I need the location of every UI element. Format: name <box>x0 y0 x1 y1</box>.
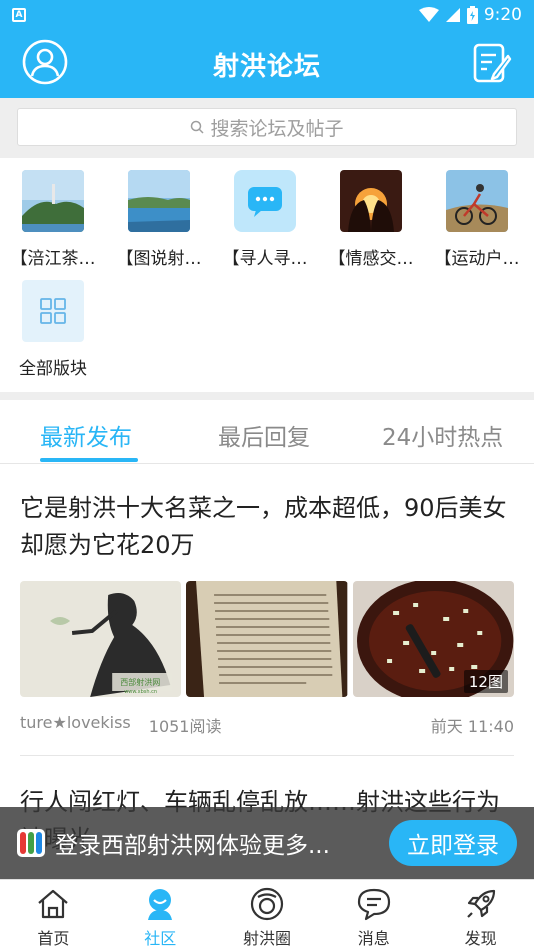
image-count-badge: 12图 <box>463 670 508 693</box>
post-title[interactable]: 它是射洪十大名菜之一，成本超低，90后美女却愿为它花20万 <box>20 490 514 564</box>
forum-item-search-people[interactable]: 【寻人寻… <box>212 170 318 269</box>
image-watermark-url: www.xbsh.cn <box>124 689 157 695</box>
post-author[interactable]: ture★lovekiss <box>20 713 131 737</box>
status-bar: A 9:20 <box>0 0 534 30</box>
login-button[interactable]: 立即登录 <box>389 820 517 866</box>
search-input[interactable]: 搜索论坛及帖子 <box>17 108 517 146</box>
post-time: 前天 11:40 <box>430 717 514 736</box>
tab-24h-hot[interactable]: 24小时热点 <box>382 418 503 452</box>
tab-indicator <box>40 458 138 462</box>
nav-home[interactable]: 首页 <box>0 880 107 950</box>
login-banner-message: 登录西部射洪网体验更多... <box>55 833 330 859</box>
forum-grid: 【涪江茶… 【图说射… 【寻人寻… 【情感交… 【运动户… 全部版块 <box>0 158 534 394</box>
section-divider <box>0 392 534 400</box>
rocket-icon <box>466 889 495 918</box>
forum-thumb-landscape <box>22 170 84 232</box>
search-icon <box>191 120 205 134</box>
post-meta: ture★lovekiss 1051阅读 前天 11:40 <box>20 713 514 737</box>
forum-label: 全部版块 <box>19 359 87 379</box>
forum-item-photos[interactable]: 【图说射… <box>106 170 212 269</box>
nav-label: 射洪圈 <box>242 929 291 948</box>
forum-item-fujiang[interactable]: 【涪江茶… <box>0 170 106 269</box>
bottom-nav: 首页 社区 射洪圈 消息 发现 <box>0 879 534 950</box>
nav-community[interactable]: 社区 <box>107 880 214 950</box>
signal-icon <box>445 8 460 22</box>
battery-icon <box>466 6 478 24</box>
search-placeholder: 搜索论坛及帖子 <box>210 117 344 140</box>
clock: 9:20 <box>483 5 522 25</box>
forum-thumb-bike <box>446 170 508 232</box>
nav-label: 首页 <box>37 929 70 948</box>
post-divider <box>20 755 514 756</box>
nav-label: 发现 <box>464 929 497 948</box>
grid-icon <box>22 280 84 342</box>
community-icon <box>148 889 173 920</box>
nav-label: 社区 <box>144 929 177 948</box>
app-badge-icon: A <box>12 8 26 22</box>
circle-icon <box>250 887 284 921</box>
search-bar-container: 搜索论坛及帖子 <box>0 98 534 158</box>
post-image[interactable]: 西部射洪网 www.xbsh.cn <box>20 581 182 697</box>
nav-circle[interactable]: 射洪圈 <box>214 880 321 950</box>
page-title: 射洪论坛 <box>212 51 321 82</box>
forum-label: 【情感交… <box>328 249 414 269</box>
tab-latest[interactable]: 最新发布 <box>40 418 132 452</box>
post-image[interactable] <box>186 581 348 697</box>
edit-note-icon[interactable] <box>472 42 512 84</box>
forum-label: 【寻人寻… <box>222 249 308 269</box>
chat-bubble-icon <box>234 170 296 232</box>
post-views: 1051阅读 <box>148 717 222 736</box>
wifi-icon <box>418 7 439 22</box>
feed-tabs: 最新发布 最后回复 24小时热点 <box>0 400 534 464</box>
login-banner: 登录西部射洪网体验更多... 立即登录 <box>0 807 534 879</box>
user-circle-icon[interactable] <box>22 39 68 85</box>
forum-thumb-lake <box>128 170 190 232</box>
forum-label: 【运动户… <box>434 249 520 269</box>
forum-item-emotion[interactable]: 【情感交… <box>318 170 424 269</box>
forum-thumb-couple <box>340 170 402 232</box>
tab-last-reply[interactable]: 最后回复 <box>218 418 310 452</box>
forum-item-outdoor[interactable]: 【运动户… <box>424 170 530 269</box>
post-image[interactable]: 12图 <box>352 581 514 697</box>
nav-discover[interactable]: 发现 <box>427 880 534 950</box>
forum-item-all[interactable]: 全部版块 <box>0 280 106 379</box>
site-logo-icon <box>17 829 45 857</box>
nav-label: 消息 <box>357 929 390 948</box>
message-icon <box>357 888 390 921</box>
app-header: 射洪论坛 <box>0 30 534 98</box>
post-images[interactable]: 西部射洪网 www.xbsh.cn 12图 <box>20 581 514 697</box>
image-watermark: 西部射洪网 <box>120 677 160 687</box>
forum-label: 【图说射… <box>116 249 202 269</box>
forum-label: 【涪江茶… <box>10 249 96 269</box>
nav-message[interactable]: 消息 <box>320 880 427 950</box>
home-icon <box>38 889 69 919</box>
